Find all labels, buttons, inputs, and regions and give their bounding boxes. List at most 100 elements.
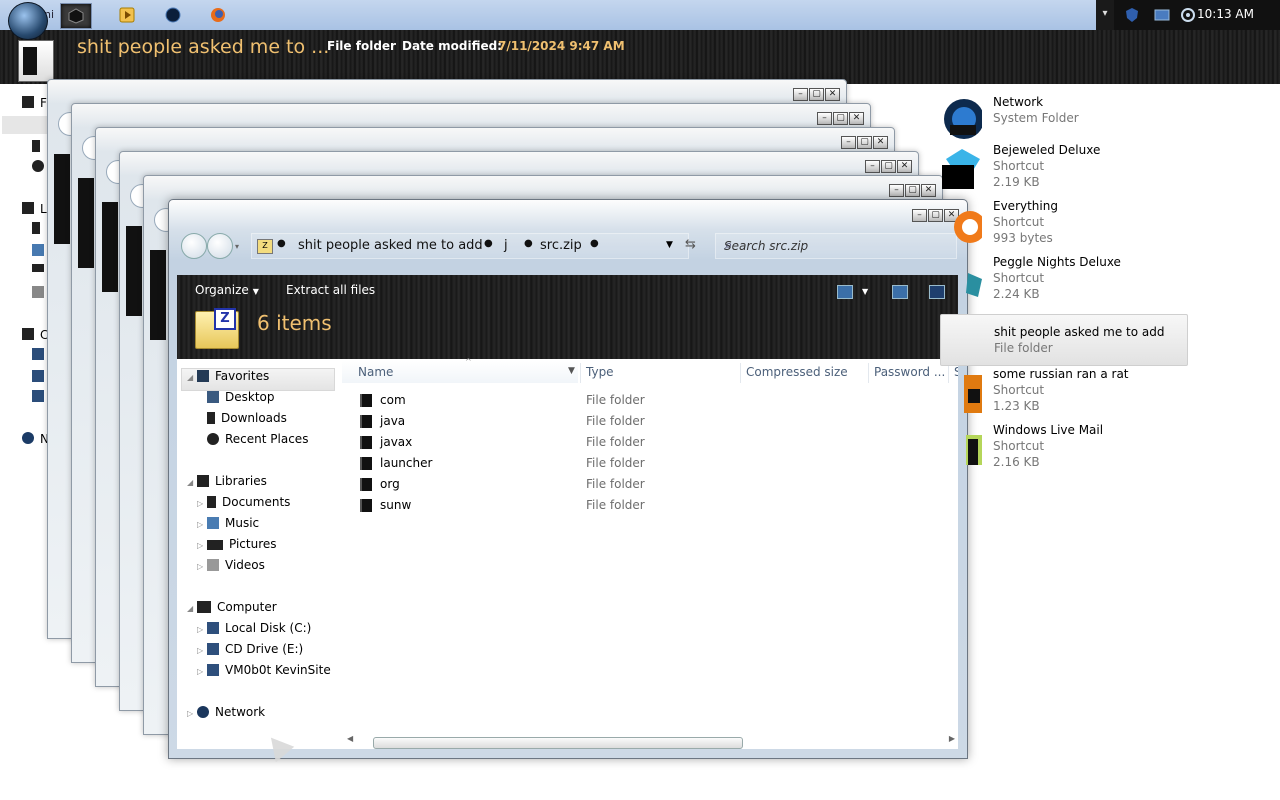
desktop-item-shit-people-asked-me-to-add[interactable]: shit people asked me to add File folder: [940, 314, 1188, 366]
minimize-button[interactable]: –: [865, 160, 880, 173]
close-button[interactable]: ✕: [897, 160, 912, 173]
preview-pane-icon[interactable]: [892, 285, 908, 299]
clock[interactable]: 10:13 AM: [1197, 7, 1254, 21]
desktop-item-everything[interactable]: Everything Shortcut 993 bytes: [940, 199, 1186, 253]
nav-documents-label: Documents: [222, 495, 291, 509]
organize-button[interactable]: Organize ▼: [195, 283, 259, 297]
maximize-button[interactable]: ▢: [809, 88, 824, 101]
nav-pictures[interactable]: ▷ Pictures: [197, 537, 277, 556]
dark-toolbar-fragment: [54, 154, 70, 244]
extract-all-files-button[interactable]: Extract all files: [286, 283, 375, 297]
nav-music[interactable]: ▷ Music: [197, 516, 259, 535]
close-button[interactable]: ✕: [825, 88, 840, 101]
collapsed-arrow-icon[interactable]: ▷: [197, 541, 207, 550]
back-button[interactable]: [181, 233, 207, 259]
taskbar-button-firefox[interactable]: [203, 3, 233, 27]
collapsed-arrow-icon[interactable]: ▷: [197, 562, 207, 571]
taskbar-button-media-player[interactable]: [112, 3, 142, 27]
close-button[interactable]: ✕: [873, 136, 888, 149]
desktop-item-windows-live-mail[interactable]: Windows Live Mail Shortcut 2.16 KB: [940, 423, 1186, 477]
collapsed-arrow-icon[interactable]: ▷: [197, 499, 207, 508]
change-view-icon[interactable]: [837, 285, 853, 299]
breadcrumb-j[interactable]: j: [504, 238, 508, 253]
recent-pages-dropdown[interactable]: ▾: [235, 242, 239, 251]
network-status-icon[interactable]: [1180, 7, 1196, 23]
column-header-type[interactable]: Type: [586, 365, 614, 379]
refresh-icon[interactable]: ⇆: [685, 237, 696, 252]
expanded-arrow-icon[interactable]: ◢: [187, 373, 197, 382]
maximize-button[interactable]: ▢: [905, 184, 920, 197]
folder-icon: [360, 415, 372, 428]
nav-videos[interactable]: ▷ Videos: [197, 558, 265, 577]
expanded-arrow-icon[interactable]: ◢: [187, 478, 197, 487]
column-divider[interactable]: [868, 363, 869, 383]
maximize-button[interactable]: ▢: [881, 160, 896, 173]
nav-computer[interactable]: ◢ Computer: [187, 600, 277, 619]
monitor-icon[interactable]: [1154, 7, 1170, 23]
column-header-compressed-size[interactable]: Compressed size: [746, 365, 848, 379]
tray-overflow-button[interactable]: ▾: [1096, 0, 1114, 30]
nav-network[interactable]: ▷ Network: [187, 705, 265, 724]
column-header-name[interactable]: Name: [358, 365, 393, 379]
start-button[interactable]: [8, 2, 48, 40]
maximize-button[interactable]: ▢: [857, 136, 872, 149]
column-filter-dropdown[interactable]: ▼: [568, 366, 575, 376]
file-row[interactable]: com File folder: [340, 391, 940, 412]
nav-downloads[interactable]: Downloads: [207, 411, 287, 430]
desktop-item-bejeweled-deluxe[interactable]: Bejeweled Deluxe Shortcut 2.19 KB: [940, 143, 1186, 197]
minimize-button[interactable]: –: [912, 209, 927, 222]
minimize-button[interactable]: –: [817, 112, 832, 125]
collapsed-arrow-icon[interactable]: ▷: [197, 667, 207, 676]
taskbar-button-orb-app[interactable]: [158, 3, 188, 27]
maximize-button[interactable]: ▢: [833, 112, 848, 125]
file-row[interactable]: javax File folder: [340, 433, 940, 454]
nav-network-drive[interactable]: ▷ VM0b0t KevinSite: [197, 663, 331, 682]
collapsed-arrow-icon[interactable]: ▷: [197, 625, 207, 634]
nav-cd-drive[interactable]: ▷ CD Drive (E:): [197, 642, 303, 661]
breadcrumb-separator[interactable]: ●: [277, 238, 286, 249]
close-button[interactable]: ✕: [849, 112, 864, 125]
address-dropdown-button[interactable]: ▼: [666, 240, 673, 250]
file-row[interactable]: org File folder: [340, 475, 940, 496]
file-row[interactable]: sunw File folder: [340, 496, 940, 517]
taskbar-button-explorer[interactable]: [60, 3, 92, 29]
column-divider[interactable]: [580, 363, 581, 383]
scrollbar-track[interactable]: [361, 736, 945, 749]
breadcrumb-shit-people-asked-me-to-add[interactable]: shit people asked me to add: [298, 238, 483, 253]
minimize-button[interactable]: –: [793, 88, 808, 101]
address-bar[interactable]: Z ● shit people asked me to add ● j ● sr…: [251, 233, 689, 259]
scroll-left-button[interactable]: ◀: [347, 734, 353, 743]
nav-local-disk[interactable]: ▷ Local Disk (C:): [197, 621, 311, 640]
breadcrumb-src-zip[interactable]: src.zip: [540, 238, 582, 253]
expanded-arrow-icon[interactable]: ◢: [187, 604, 197, 613]
collapsed-arrow-icon[interactable]: ▷: [197, 520, 207, 529]
nav-recent-places[interactable]: Recent Places: [207, 432, 308, 451]
collapsed-arrow-icon[interactable]: ▷: [197, 646, 207, 655]
horizontal-scrollbar[interactable]: ◀ ▶: [347, 733, 959, 749]
nav-desktop[interactable]: Desktop: [207, 390, 275, 409]
search-icon[interactable]: ⌕: [724, 238, 950, 253]
nav-libraries[interactable]: ◢ Libraries: [187, 474, 267, 493]
column-divider[interactable]: [740, 363, 741, 383]
breadcrumb-separator[interactable]: ●: [484, 238, 493, 249]
forward-button[interactable]: [207, 233, 233, 259]
shield-icon[interactable]: [1124, 7, 1140, 23]
close-button[interactable]: ✕: [921, 184, 936, 197]
minimize-button[interactable]: –: [841, 136, 856, 149]
minimize-button[interactable]: –: [889, 184, 904, 197]
breadcrumb-separator[interactable]: ●: [524, 238, 533, 249]
breadcrumb-separator[interactable]: ●: [590, 238, 599, 249]
file-row[interactable]: java File folder: [340, 412, 940, 433]
desktop-item-some-russian-ran-a-rat[interactable]: some russian ran a rat Shortcut 1.23 KB: [940, 367, 1186, 421]
desktop-item-peggle-nights-deluxe[interactable]: Peggle Nights Deluxe Shortcut 2.24 KB: [940, 255, 1186, 309]
collapsed-arrow-icon[interactable]: ▷: [187, 709, 197, 718]
view-dropdown-icon[interactable]: ▼: [862, 287, 868, 296]
scroll-right-button[interactable]: ▶: [949, 734, 955, 743]
nav-documents[interactable]: ▷ Documents: [197, 495, 290, 514]
file-row[interactable]: launcher File folder: [340, 454, 940, 475]
search-input[interactable]: Search src.zip ⌕: [715, 233, 957, 259]
column-header-password[interactable]: Password ...: [874, 365, 945, 379]
scrollbar-thumb[interactable]: [373, 737, 743, 749]
desktop-item-network[interactable]: Network System Folder: [940, 95, 1186, 149]
nav-favorites[interactable]: ◢ Favorites: [187, 369, 269, 388]
